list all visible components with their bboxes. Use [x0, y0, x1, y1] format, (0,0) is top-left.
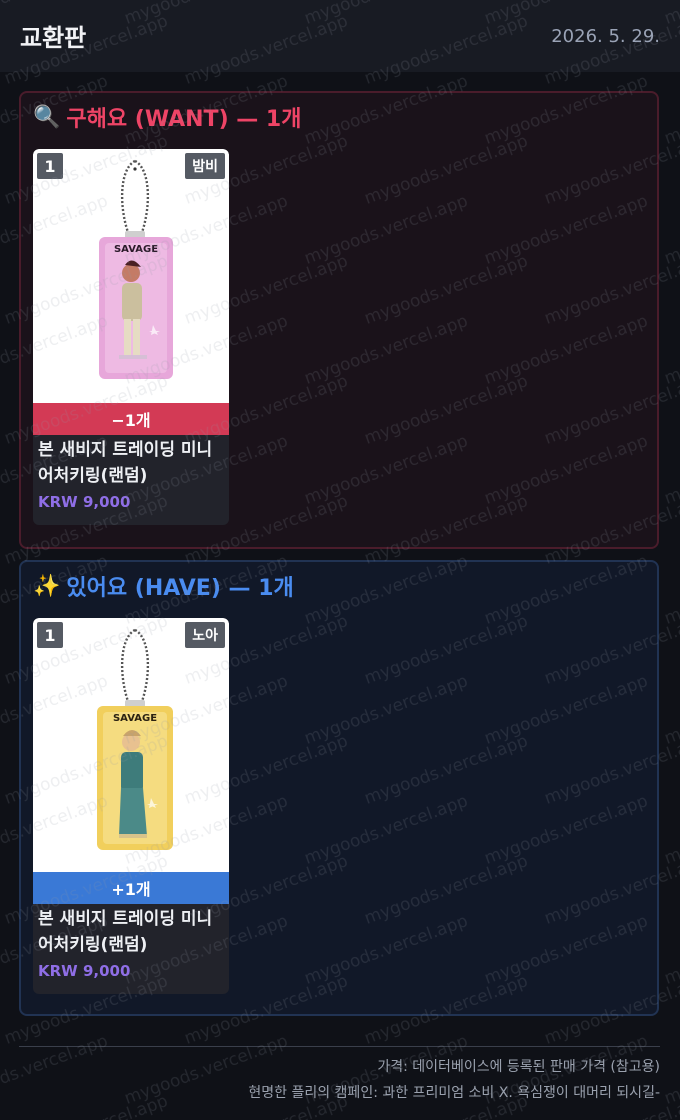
- item-name: 본 새비지 트레이딩 미니 어처키링(랜덤): [38, 440, 213, 486]
- magnifier-icon: 🔍: [33, 104, 61, 130]
- watermark-text: mygoods.vercel.app: [661, 671, 680, 749]
- keyring-image: SAVAGE: [33, 618, 229, 872]
- page-header: 교환판 2026. 5. 29.: [0, 0, 680, 72]
- footer-price-note: 가격: 데이터베이스에 등록된 판매 가격 (참고용): [377, 1059, 660, 1075]
- item-name: 본 새비지 트레이딩 미니 어처키링(랜덤): [38, 909, 213, 955]
- quantity-change: −1개: [33, 403, 229, 435]
- watermark-text: mygoods.vercel.app: [661, 551, 680, 629]
- item-price: KRW 9,000: [38, 493, 131, 511]
- watermark-text: mygoods.vercel.app: [661, 71, 680, 149]
- watermark-text: mygoods.vercel.app: [661, 311, 680, 389]
- have-heading-label: 있어요 (HAVE) — 1개: [66, 576, 294, 601]
- watermark-text: mygoods.vercel.app: [661, 911, 680, 989]
- svg-text:SAVAGE: SAVAGE: [113, 713, 157, 724]
- want-section: 🔍 구해요 (WANT) — 1개 SAVAGE 1 밤비 −1개 본 새비지 …: [19, 91, 659, 549]
- watermark-text: mygoods.vercel.app: [661, 431, 680, 509]
- page-title: 교환판: [20, 24, 87, 52]
- have-item-card[interactable]: SAVAGE 1 노아 +1개 본 새비지 트레이딩 미니 어처키링(랜덤) K…: [33, 618, 229, 994]
- want-heading: 🔍 구해요 (WANT) — 1개: [33, 101, 302, 133]
- svg-text:SAVAGE: SAVAGE: [114, 244, 158, 255]
- watermark-text: mygoods.vercel.app: [661, 791, 680, 869]
- watermark-text: mygoods.vercel.app: [0, 1031, 111, 1109]
- watermark-text: mygoods.vercel.app: [661, 191, 680, 269]
- owner-badge: 노아: [185, 622, 225, 648]
- keyring-image: SAVAGE: [33, 149, 229, 403]
- sparkles-icon: ✨: [33, 573, 61, 599]
- quantity-badge: 1: [37, 153, 63, 179]
- date-label: 2026. 5. 29.: [551, 26, 660, 47]
- have-section: ✨ 있어요 (HAVE) — 1개 SAVAGE 1 노아 +1개 본 새비지 …: [19, 560, 659, 1016]
- watermark-text: mygoods.vercel.app: [2, 1091, 171, 1120]
- footer-divider: [19, 1046, 660, 1047]
- watermark-text: mygoods.vercel.app: [661, 1031, 680, 1109]
- footer-campaign-note: 현명한 플리의 캠페인: 과한 프리미엄 소비 X. 욕심쟁이 대머리 되시길-: [248, 1085, 660, 1101]
- item-price: KRW 9,000: [38, 962, 131, 980]
- quantity-badge: 1: [37, 622, 63, 648]
- have-heading: ✨ 있어요 (HAVE) — 1개: [33, 570, 294, 602]
- owner-badge: 밤비: [185, 153, 225, 179]
- want-heading-label: 구해요 (WANT) — 1개: [66, 107, 302, 132]
- want-item-card[interactable]: SAVAGE 1 밤비 −1개 본 새비지 트레이딩 미니 어처키링(랜덤) K…: [33, 149, 229, 525]
- quantity-change: +1개: [33, 872, 229, 904]
